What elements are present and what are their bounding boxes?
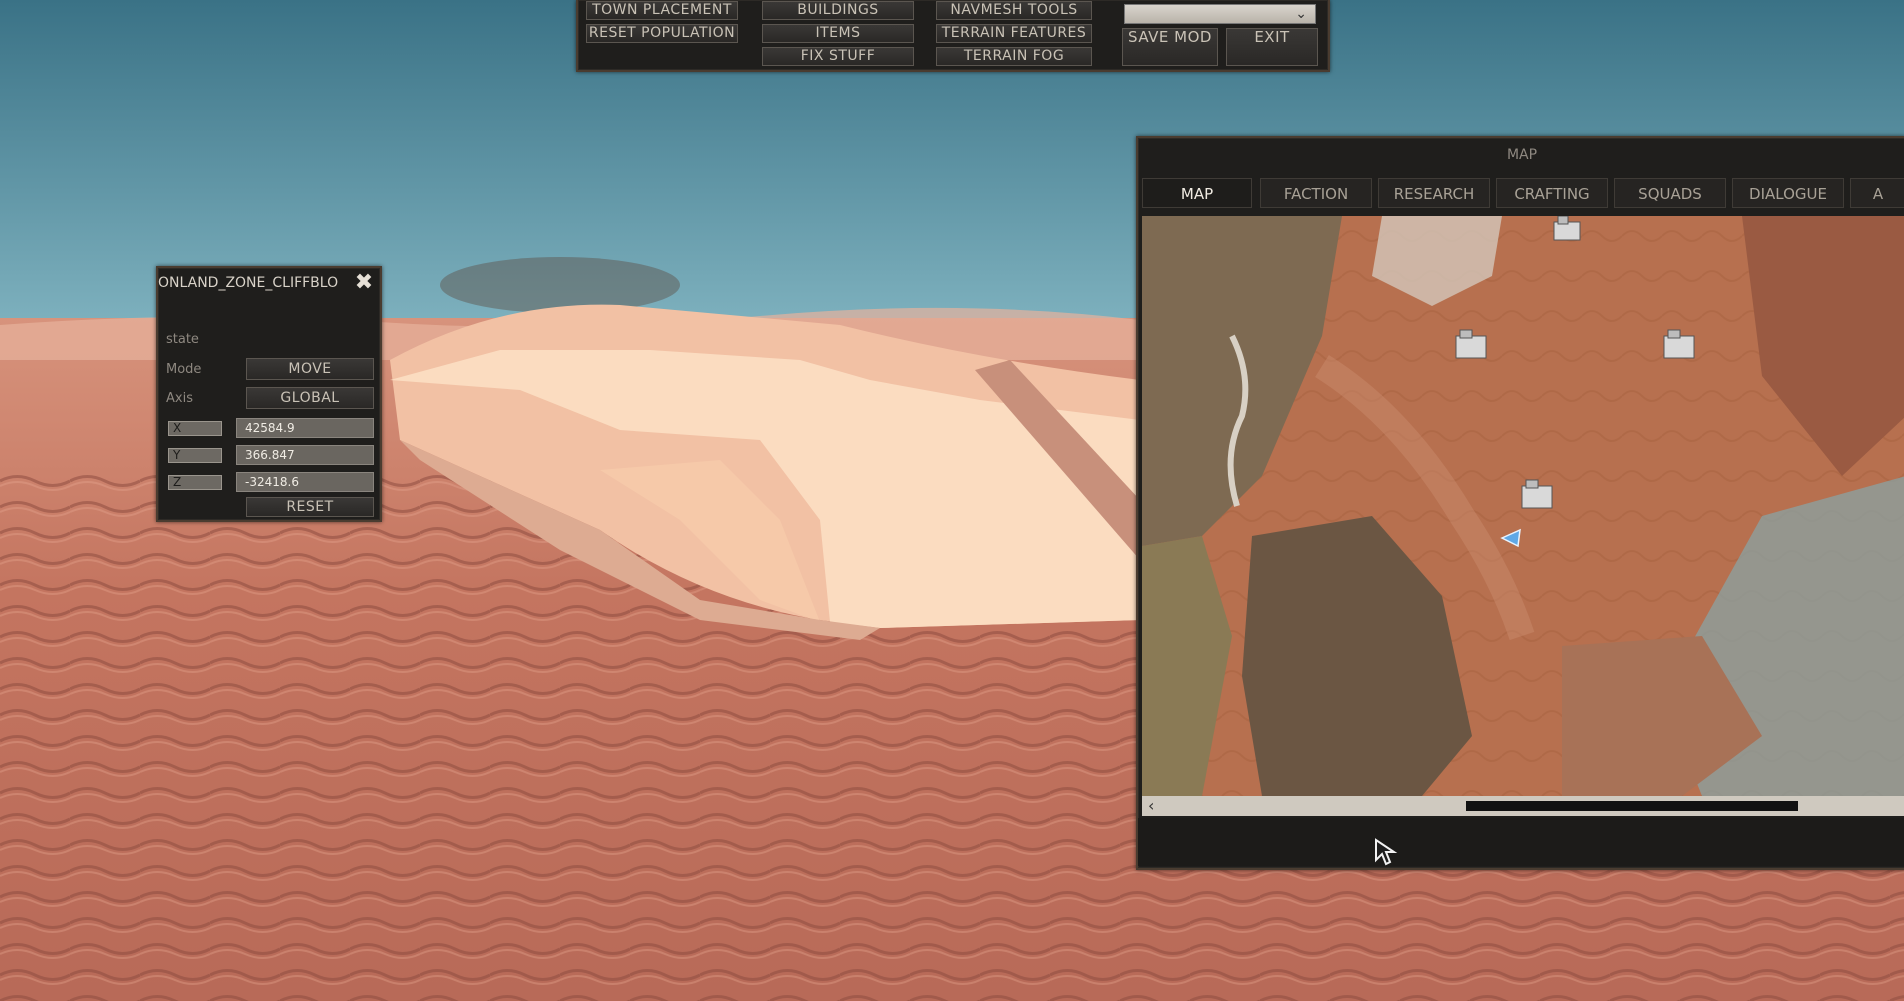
mode-button[interactable]: MOVE xyxy=(246,358,374,380)
y-coordinate-field[interactable]: 366.847 xyxy=(236,445,374,465)
tab-map[interactable]: MAP xyxy=(1142,178,1252,208)
mode-label: Mode xyxy=(166,362,202,377)
x-label: X xyxy=(168,421,222,436)
chevron-left-icon[interactable]: ‹ xyxy=(1148,796,1154,816)
town-placement-button[interactable]: TOWN PLACEMENT xyxy=(586,1,738,20)
axis-button[interactable]: GLOBAL xyxy=(246,387,374,409)
editor-toolbar: TOWN PLACEMENT RESET POPULATION BUILDING… xyxy=(576,0,1330,72)
close-icon[interactable]: ✖ xyxy=(352,271,376,295)
terrain-features-button[interactable]: TERRAIN FEATURES xyxy=(936,24,1092,43)
save-mod-button[interactable]: SAVE MOD xyxy=(1122,28,1218,66)
tab-more[interactable]: A xyxy=(1850,178,1904,208)
items-button[interactable]: ITEMS xyxy=(762,24,914,43)
tab-faction[interactable]: FACTION xyxy=(1260,178,1372,208)
map-window: MAP MAP FACTION RESEARCH CRAFTING SQUADS… xyxy=(1136,136,1904,870)
x-coordinate-field[interactable]: 42584.9 xyxy=(236,418,374,438)
reset-button[interactable]: RESET xyxy=(246,497,374,517)
tool-dropdown[interactable]: ⌄ xyxy=(1124,4,1316,24)
chevron-down-icon: ⌄ xyxy=(1295,6,1307,22)
object-inspector-panel: ONLAND_ZONE_CLIFFBLO ✖ state Mode MOVE A… xyxy=(156,266,382,522)
state-label: state xyxy=(166,332,199,347)
tab-research[interactable]: RESEARCH xyxy=(1378,178,1490,208)
scrollbar-thumb[interactable] xyxy=(1466,801,1798,811)
buildings-button[interactable]: BUILDINGS xyxy=(762,1,914,20)
axis-label: Axis xyxy=(166,391,193,406)
reset-population-button[interactable]: RESET POPULATION xyxy=(586,24,738,43)
y-label: Y xyxy=(168,448,222,463)
map-window-title: MAP xyxy=(1506,147,1538,163)
navmesh-tools-button[interactable]: NAVMESH TOOLS xyxy=(936,1,1092,20)
map-horizontal-scrollbar[interactable]: ‹ xyxy=(1142,796,1904,816)
z-label: Z xyxy=(168,475,222,490)
cursor-arrow-icon xyxy=(1375,838,1398,866)
exit-button[interactable]: EXIT xyxy=(1226,28,1318,66)
terrain-fog-button[interactable]: TERRAIN FOG xyxy=(936,47,1092,66)
tab-dialogue[interactable]: DIALOGUE xyxy=(1732,178,1844,208)
fix-stuff-button[interactable]: FIX STUFF xyxy=(762,47,914,66)
z-coordinate-field[interactable]: -32418.6 xyxy=(236,472,374,492)
tab-squads[interactable]: SQUADS xyxy=(1614,178,1726,208)
tab-crafting[interactable]: CRAFTING xyxy=(1496,178,1608,208)
map-footer-bar xyxy=(1138,818,1904,866)
dust-cloud xyxy=(440,257,680,313)
world-map-view[interactable] xyxy=(1142,216,1904,796)
inspector-title: ONLAND_ZONE_CLIFFBLO xyxy=(158,275,339,291)
